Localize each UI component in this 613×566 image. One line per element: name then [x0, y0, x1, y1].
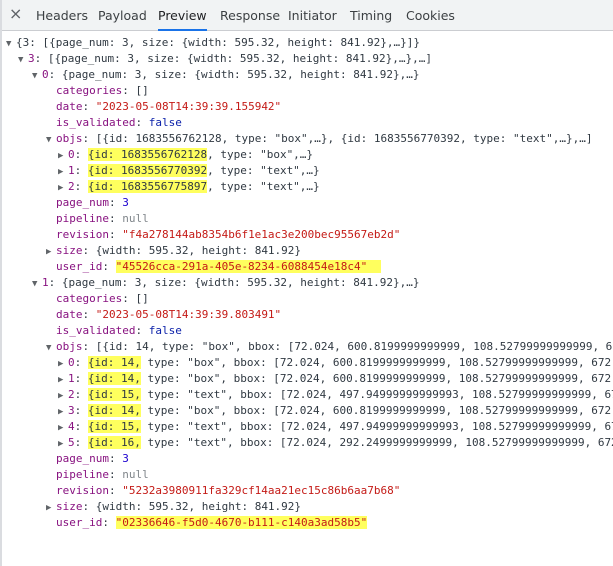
field-date: date: "2023-05-08T14:39:39.803491"	[56, 308, 282, 321]
expand-right-icon[interactable]: ▶	[58, 356, 68, 372]
objs-row-2[interactable]: ▶ 2: {id: 15, type: "text", bbox: [72.024…	[2, 387, 613, 403]
objs-row-0[interactable]: ▶ 0: {id: 1683556762128, type: "box",…}	[2, 147, 613, 163]
tab-cookies[interactable]: Cookies	[406, 0, 455, 31]
field-is-validated: is_validated: false	[56, 116, 182, 129]
expand-right-icon[interactable]: ▶	[58, 164, 68, 180]
objs-row-2[interactable]: ▶ 2: {id: 1683556775897, type: "text",…}	[2, 179, 613, 195]
objs-row-0[interactable]: ▶ 0: {id: 14, type: "box", bbox: [72.024,…	[2, 355, 613, 371]
field-page-num: page_num: 3	[56, 196, 129, 209]
expand-right-icon[interactable]: ▶	[58, 372, 68, 388]
expand-right-icon[interactable]: ▶	[58, 404, 68, 420]
field-categories: categories: []	[56, 292, 149, 305]
field-pipeline: pipeline: null	[56, 212, 149, 225]
tab-initiator[interactable]: Initiator	[288, 0, 337, 31]
field-size[interactable]: ▶ size: {width: 595.32, height: 841.92}	[2, 499, 613, 515]
field-pipeline: pipeline: null	[56, 468, 149, 481]
expand-down-icon[interactable]: ▼	[18, 52, 28, 68]
tab-payload[interactable]: Payload	[98, 0, 147, 31]
tree-row-item-1[interactable]: ▼ 1: {page_num: 3, size: {width: 595.32, …	[2, 275, 613, 291]
field-user-id: user_id: "45526cca-291a-405e-8234-608845…	[2, 259, 613, 275]
tab-headers[interactable]: Headers	[36, 0, 88, 31]
expand-down-icon[interactable]: ▼	[6, 36, 16, 52]
expand-right-icon[interactable]: ▶	[46, 500, 56, 516]
expand-right-icon[interactable]: ▶	[58, 148, 68, 164]
tree-row-item-0[interactable]: ▼ 0: {page_num: 3, size: {width: 595.32, …	[2, 67, 613, 83]
expand-right-icon[interactable]: ▶	[58, 180, 68, 196]
field-objs[interactable]: ▼ objs: [{id: 14, type: "box", bbox: [72.…	[2, 339, 613, 355]
expand-down-icon[interactable]: ▼	[32, 276, 42, 292]
expand-down-icon[interactable]: ▼	[46, 340, 56, 356]
close-icon[interactable]: ×	[9, 4, 22, 24]
row-summary: [{page_num: 3, size: {width: 595.32, hei…	[47, 52, 432, 65]
tab-response[interactable]: Response	[220, 0, 280, 31]
expand-right-icon[interactable]: ▶	[58, 388, 68, 404]
expand-right-icon[interactable]: ▶	[58, 436, 68, 452]
field-revision: revision: "5232a3980911fa329cf14aa21ec15…	[56, 484, 401, 497]
field-user-id: user_id: "02336646-f5d0-4670-b111-c140a3…	[56, 516, 368, 529]
objs-row-4[interactable]: ▶ 4: {id: 15, type: "text", bbox: [72.024…	[2, 419, 613, 435]
field-categories: categories: []	[56, 84, 149, 97]
field-objs[interactable]: ▼ objs: [{id: 1683556762128, type: "box",…	[2, 131, 613, 147]
field-revision: revision: "f4a278144ab8354b6f1e1ac3e200b…	[56, 228, 401, 241]
objs-row-1[interactable]: ▶ 1: {id: 14, type: "box", bbox: [72.024,…	[2, 371, 613, 387]
objs-row-1[interactable]: ▶ 1: {id: 1683556770392, type: "text",…}	[2, 163, 613, 179]
tab-preview[interactable]: Preview	[158, 0, 207, 31]
tree-root-row[interactable]: ▼ {3: [{page_num: 3, size: {width: 595.32…	[2, 35, 613, 51]
devtools-tab-bar: × Headers Payload Preview Response Initi…	[2, 0, 613, 31]
tab-timing[interactable]: Timing	[350, 0, 392, 31]
field-page-num: page_num: 3	[56, 452, 129, 465]
field-size[interactable]: ▶ size: {width: 595.32, height: 841.92}	[2, 243, 613, 259]
expand-down-icon[interactable]: ▼	[46, 132, 56, 148]
tree-row-key-3[interactable]: ▼ 3: [{page_num: 3, size: {width: 595.32,…	[2, 51, 613, 67]
expand-right-icon[interactable]: ▶	[46, 244, 56, 260]
row-key: 3	[28, 52, 35, 65]
json-preview-tree: ▼ {3: [{page_num: 3, size: {width: 595.32…	[2, 31, 613, 566]
root-summary: {3: [{page_num: 3, size: {width: 595.32,…	[16, 36, 420, 49]
expand-down-icon[interactable]: ▼	[32, 68, 42, 84]
field-is-validated: is_validated: false	[56, 324, 182, 337]
objs-row-3[interactable]: ▶ 3: {id: 14, type: "box", bbox: [72.024,…	[2, 403, 613, 419]
field-date: date: "2023-05-08T14:39:39.155942"	[56, 100, 282, 113]
expand-right-icon[interactable]: ▶	[58, 420, 68, 436]
objs-row-5[interactable]: ▶ 5: {id: 16, type: "text", bbox: [72.024…	[2, 435, 613, 451]
